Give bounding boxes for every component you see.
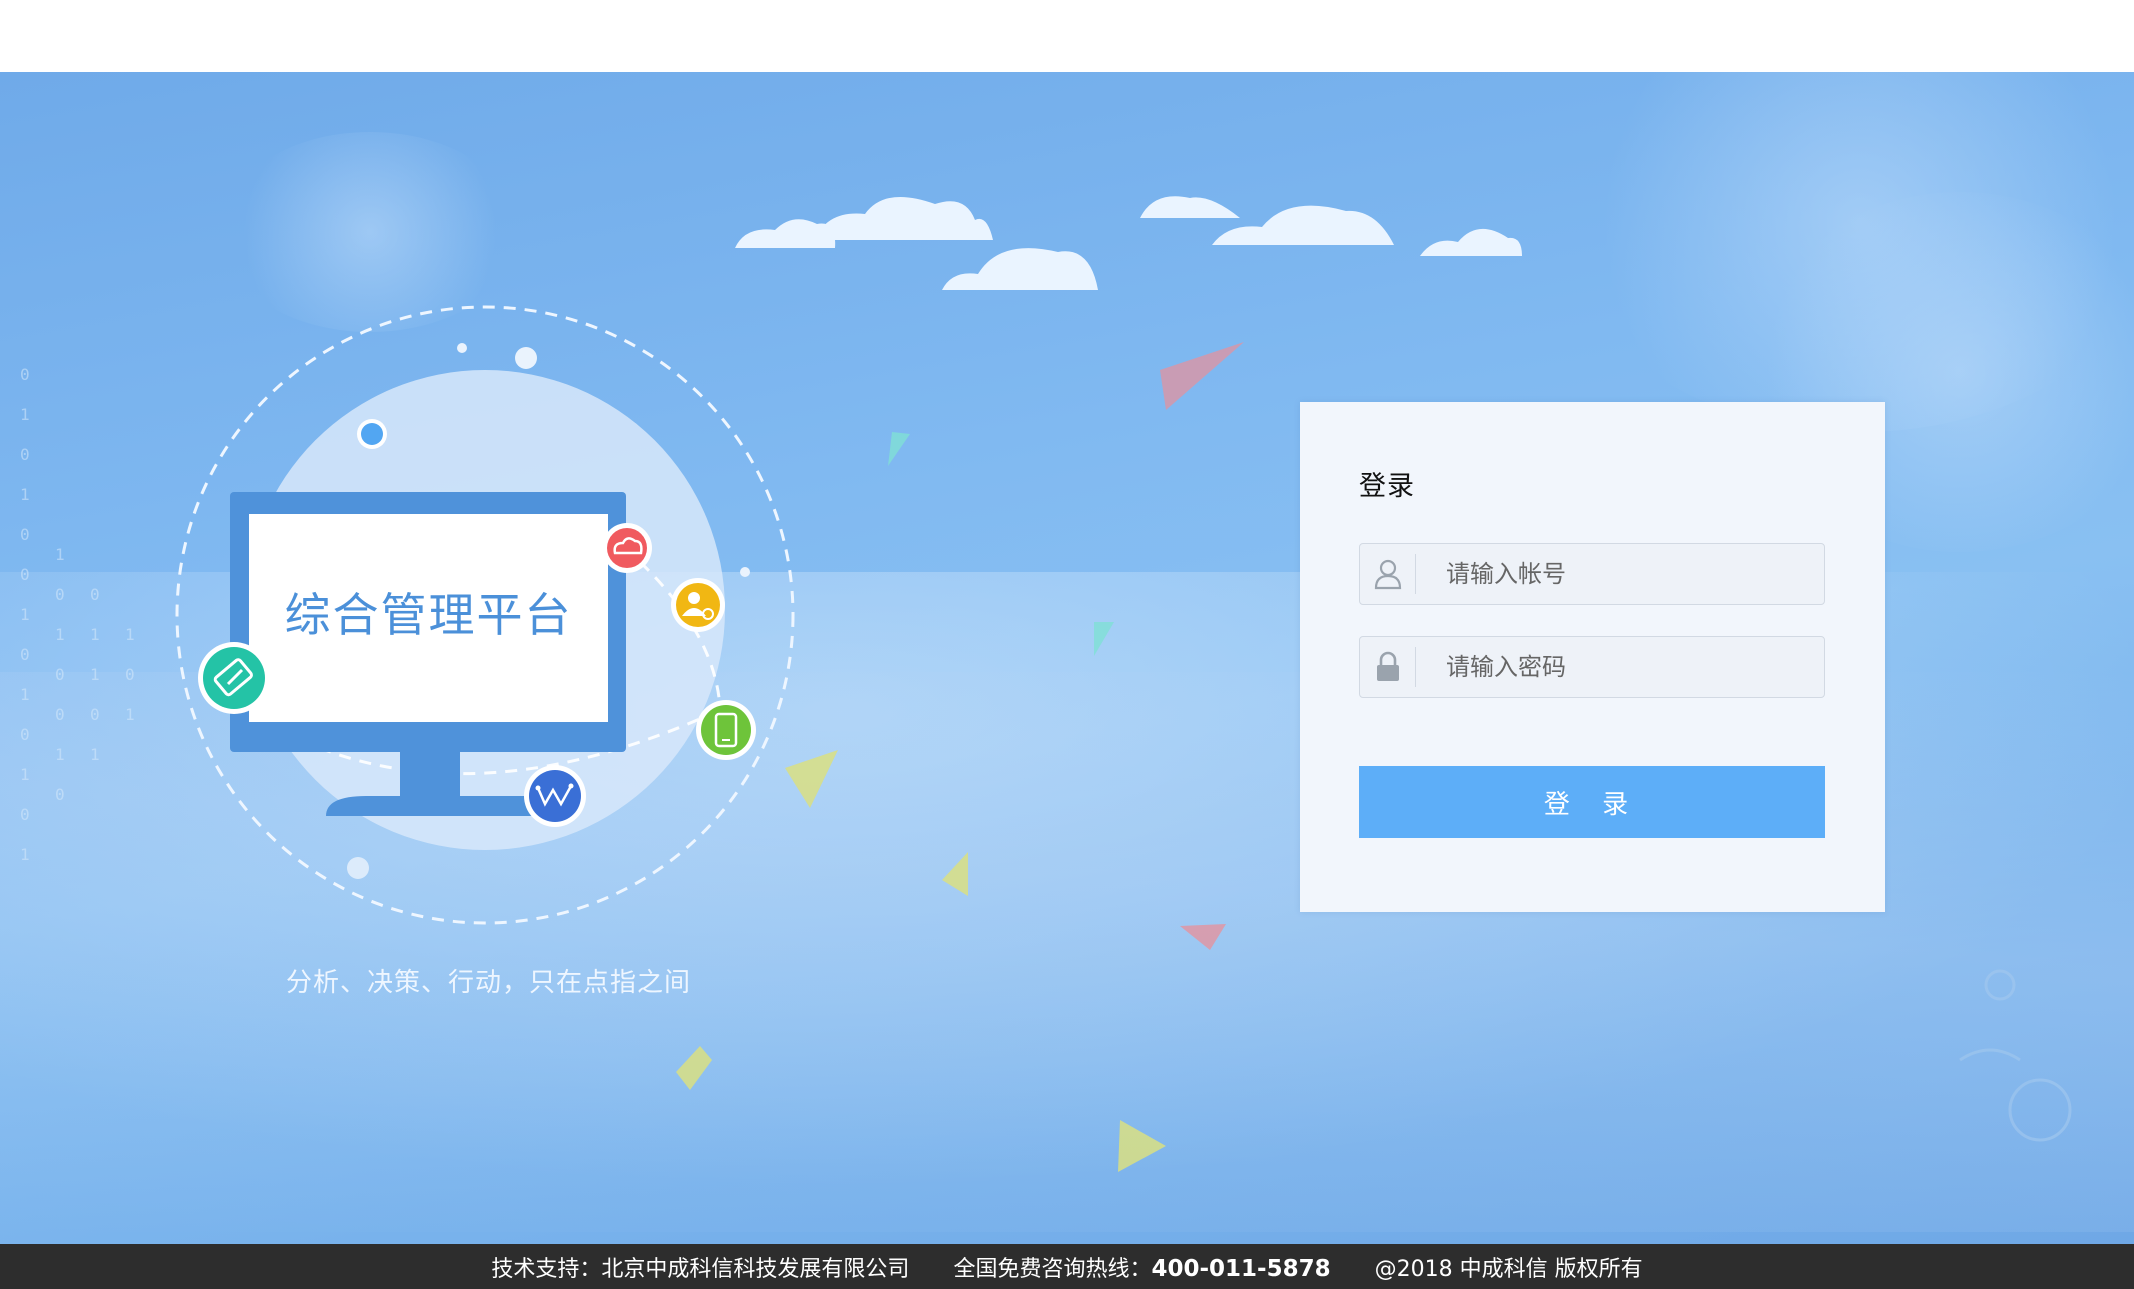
footer-hotline: 全国免费咨询热线：400-011-5878 — [953, 1251, 1330, 1283]
svg-text:1: 1 — [20, 605, 30, 624]
svg-text:0: 0 — [20, 645, 30, 664]
platform-title: 综合管理平台 — [284, 588, 573, 642]
svg-text:0: 0 — [20, 805, 30, 824]
sky-clouds — [735, 196, 1522, 290]
svg-text:0: 0 — [20, 725, 30, 744]
svg-text:1: 1 — [55, 625, 65, 644]
login-title: 登录 — [1359, 471, 1415, 502]
svg-text:1: 1 — [55, 745, 65, 764]
binary-rain-decoration: 0 1 0 1 0 0 1 0 1 0 1 0 1 1 0 1 0 0 1 0 0 1 1 0 1 1 0 1 — [20, 365, 135, 864]
lock-icon — [1360, 647, 1416, 687]
footer: 技术支持：北京中成科信科技发展有限公司 全国免费咨询热线：400-011-587… — [0, 1244, 2134, 1289]
svg-text:1: 1 — [90, 665, 100, 684]
svg-text:0: 0 — [20, 365, 30, 384]
password-input[interactable] — [1416, 636, 1824, 698]
login-card: 登录 登 录 — [1300, 402, 1885, 912]
svg-text:0: 0 — [20, 525, 30, 544]
login-button[interactable]: 登 录 — [1359, 766, 1825, 838]
svg-text:1: 1 — [125, 705, 135, 724]
mobile-icon — [696, 700, 756, 760]
svg-text:1: 1 — [90, 625, 100, 644]
user-settings-icon — [671, 578, 725, 632]
footer-copyright: @2018 中成科信 版权所有 — [1374, 1256, 1643, 1282]
svg-text:0: 0 — [55, 585, 65, 604]
svg-text:0: 0 — [55, 705, 65, 724]
footer-support-text: 技术支持：北京中成科信科技发展有限公司 — [491, 1256, 910, 1282]
svg-text:1: 1 — [55, 545, 65, 564]
account-field[interactable] — [1359, 543, 1825, 605]
svg-text:1: 1 — [90, 745, 100, 764]
footer-hotline-number: 400-011-5878 — [1151, 1255, 1331, 1282]
svg-text:1: 1 — [20, 765, 30, 784]
svg-text:0: 0 — [125, 665, 135, 684]
hero-tagline: 分析、决策、行动，只在点指之间 — [286, 968, 692, 998]
user-icon — [1360, 554, 1416, 594]
svg-text:1: 1 — [20, 685, 30, 704]
svg-text:0: 0 — [20, 565, 30, 584]
svg-text:1: 1 — [20, 405, 30, 424]
svg-text:0: 0 — [20, 445, 30, 464]
svg-text:1: 1 — [20, 485, 30, 504]
floating-shapes — [676, 342, 1345, 1172]
svg-text:0: 0 — [90, 705, 100, 724]
password-field[interactable] — [1359, 636, 1825, 698]
svg-text:1: 1 — [20, 845, 30, 864]
svg-text:0: 0 — [55, 785, 65, 804]
svg-text:0: 0 — [90, 585, 100, 604]
airplane-detail-decoration — [1959, 969, 2072, 1142]
svg-text:0: 0 — [55, 665, 65, 684]
svg-text:1: 1 — [125, 625, 135, 644]
chart-line-icon — [524, 765, 586, 827]
footer-hotline-label: 全国免费咨询热线： — [953, 1256, 1152, 1282]
cloud-icon — [602, 523, 652, 573]
account-input[interactable] — [1416, 543, 1824, 605]
